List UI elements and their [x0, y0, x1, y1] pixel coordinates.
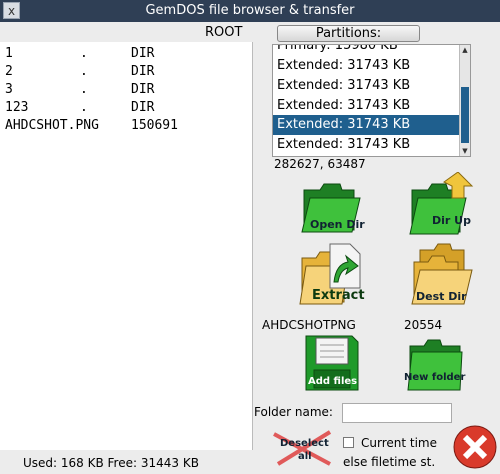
file-name: 123 [5, 100, 29, 115]
file-info: 150691 [131, 118, 178, 133]
new-folder-button[interactable]: New folder [404, 338, 466, 392]
add-files-button[interactable]: Add files [304, 334, 360, 392]
file-ext: . [80, 64, 88, 79]
file-row[interactable]: 3 . DIR [5, 82, 154, 100]
new-folder-label: New folder [404, 372, 466, 383]
file-info: DIR [131, 82, 155, 97]
partition-item[interactable]: Extended: 31743 KB [273, 96, 459, 116]
file-row[interactable]: 2 . DIR [5, 64, 154, 82]
file-row[interactable]: AHDCSHOT.PNG 150691 [5, 118, 178, 136]
add-files-label: Add files [308, 376, 358, 387]
file-ext: . [80, 82, 88, 97]
file-list[interactable]: 1 . DIR 2 . DIR 3 . DIR 123 . DIR AHDCSH… [0, 42, 253, 450]
partitions-button[interactable]: Partitions: [277, 25, 420, 42]
window-title: GemDOS file browser & transfer [145, 3, 355, 18]
file-info: DIR [131, 100, 155, 115]
extract-label: Extract [312, 288, 365, 303]
open-dir-button[interactable]: Open Dir [300, 178, 365, 234]
dest-dir-label: Dest Dir [416, 290, 467, 303]
file-name: 1 [5, 46, 13, 61]
extract-button[interactable]: Extract [298, 242, 370, 306]
open-dir-label: Open Dir [310, 218, 365, 231]
file-info: DIR [131, 46, 155, 61]
dir-up-button[interactable]: Dir Up [408, 171, 478, 236]
partition-item-selected[interactable]: Extended: 31743 KB [273, 115, 459, 135]
partition-list[interactable]: Primary: 15980 KB Extended: 31743 KB Ext… [272, 44, 471, 157]
deselect-label-line1: Deselect [280, 438, 329, 449]
current-time-checkbox[interactable] [343, 437, 354, 448]
partition-scrollbar[interactable]: ▲ ▼ [459, 45, 470, 156]
partition-info: 282627, 63487 [274, 157, 366, 171]
disk-usage-status: Used: 168 KB Free: 31443 KB [23, 456, 199, 470]
file-name: 3 [5, 82, 13, 97]
deselect-all-button[interactable]: Deselect all [270, 430, 334, 466]
selected-file-size: 20554 [404, 318, 443, 332]
partition-item[interactable]: Extended: 31743 KB [273, 76, 459, 96]
file-row[interactable]: 1 . DIR [5, 46, 154, 64]
current-time-label: Current time [361, 436, 437, 450]
file-ext: . [80, 46, 88, 61]
file-info: DIR [131, 64, 155, 79]
folder-name-label: Folder name: [254, 405, 333, 419]
deselect-label-line2: all [298, 451, 312, 462]
filetime-label: else filetime st. [343, 455, 436, 469]
exit-icon [453, 425, 497, 469]
scroll-down-icon[interactable]: ▼ [460, 146, 470, 156]
new-folder-icon [407, 339, 463, 391]
current-path-label: ROOT [205, 25, 243, 40]
scroll-thumb[interactable] [461, 87, 469, 143]
selected-file-name: AHDCSHOTPNG [262, 318, 356, 332]
file-row[interactable]: 123 . DIR [5, 100, 154, 118]
partition-item[interactable]: Primary: 15980 KB [273, 45, 459, 56]
dest-dir-button[interactable]: Dest Dir [410, 242, 476, 306]
partition-item[interactable]: Extended: 31743 KB [273, 56, 459, 76]
file-name: 2 [5, 64, 13, 79]
scroll-up-icon[interactable]: ▲ [460, 45, 470, 55]
exit-button[interactable] [452, 424, 498, 470]
partition-item[interactable]: Extended: 31743 KB [273, 135, 459, 155]
folder-name-input[interactable] [342, 403, 452, 423]
file-name: AHDCSHOT.PNG [5, 118, 99, 133]
file-ext: . [80, 100, 88, 115]
dir-up-label: Dir Up [432, 214, 471, 227]
title-bar: x GemDOS file browser & transfer [0, 0, 500, 22]
